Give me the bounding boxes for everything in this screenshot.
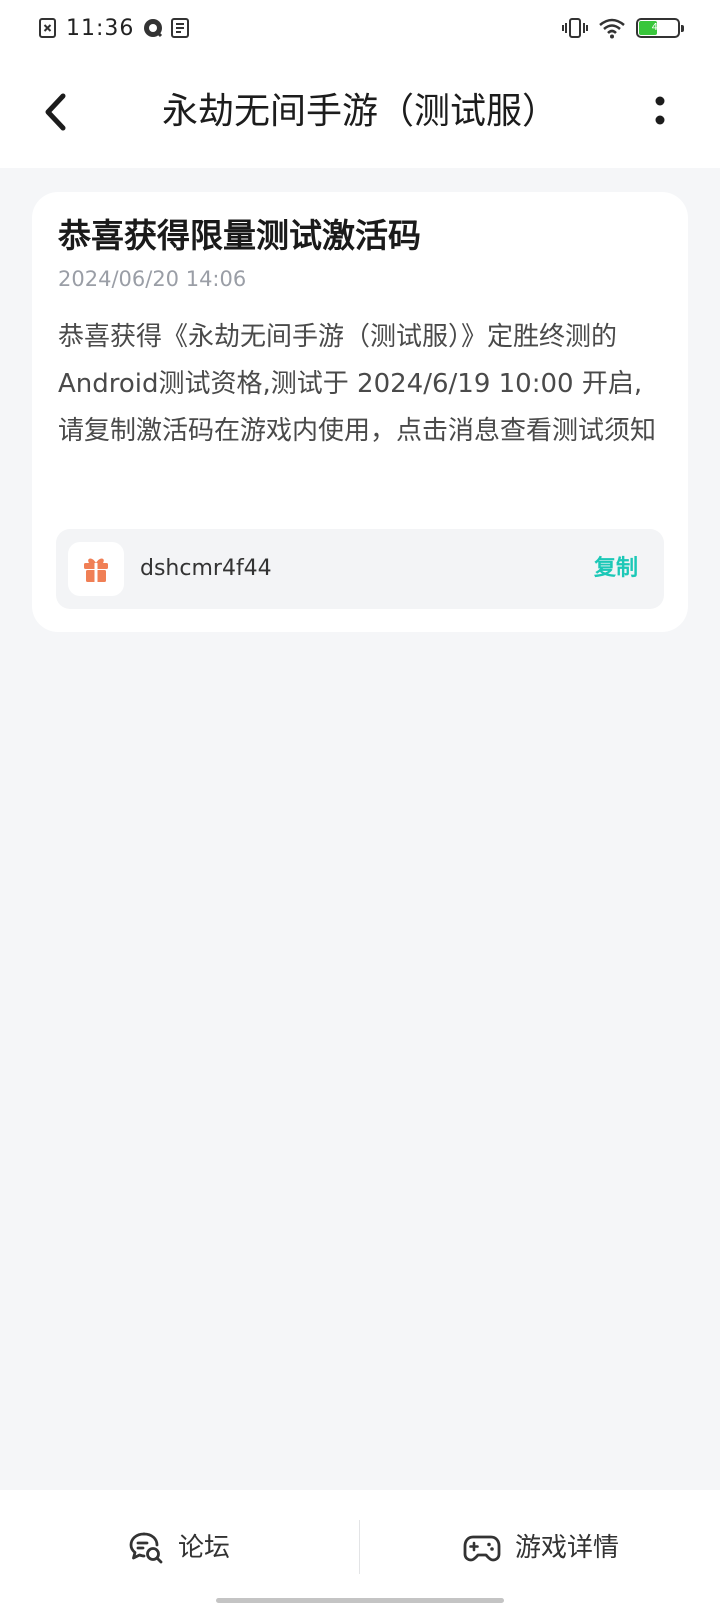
gamepad-icon (463, 1535, 501, 1561)
forum-tab[interactable]: 论坛 (0, 1490, 358, 1605)
activation-code-box: dshcmr4f44 复制 (56, 529, 664, 609)
chat-search-icon (129, 1532, 163, 1563)
status-left: 11:36 (38, 14, 190, 42)
notification-icon (38, 17, 58, 39)
message-body: 恭喜获得《永劫无间手游（测试服）》定胜终测的Android测试资格,测试于 20… (58, 322, 657, 446)
game-details-label: 游戏详情 (514, 1532, 619, 1563)
battery-level: 49 (651, 22, 665, 33)
tab-divider (359, 1520, 360, 1574)
game-details-tab[interactable]: 游戏详情 (362, 1490, 720, 1605)
wifi-icon (598, 17, 626, 39)
activation-code: dshcmr4f44 (140, 556, 272, 581)
status-bar: 11:36 49 (0, 0, 720, 56)
bottom-nav: 论坛 游戏详情 (0, 1490, 720, 1605)
home-indicator[interactable] (216, 1598, 504, 1603)
forum-label: 论坛 (177, 1532, 230, 1563)
message-time: 2024/06/20 14:06 (58, 267, 247, 291)
gift-icon (84, 558, 108, 582)
gift-tile (68, 542, 124, 596)
back-button[interactable] (30, 84, 80, 140)
document-icon (170, 17, 190, 39)
status-time: 11:36 (66, 15, 135, 41)
vibrate-icon (562, 17, 588, 39)
app-header: 永劫无间手游（测试服） (0, 56, 720, 168)
message-title: 恭喜获得限量测试激活码 (58, 216, 421, 255)
browser-icon (142, 17, 163, 39)
page-title: 永劫无间手游（测试服） (161, 91, 558, 132)
battery-icon: 49 (636, 18, 684, 38)
message-card[interactable]: 恭喜获得限量测试激活码 2024/06/20 14:06 恭喜获得《永劫无间手游… (32, 192, 688, 632)
status-right: 49 (562, 14, 684, 42)
copy-button[interactable]: 复制 (594, 529, 638, 609)
chevron-left-icon (45, 93, 66, 131)
more-vertical-icon (655, 96, 665, 125)
more-button[interactable] (640, 84, 680, 140)
